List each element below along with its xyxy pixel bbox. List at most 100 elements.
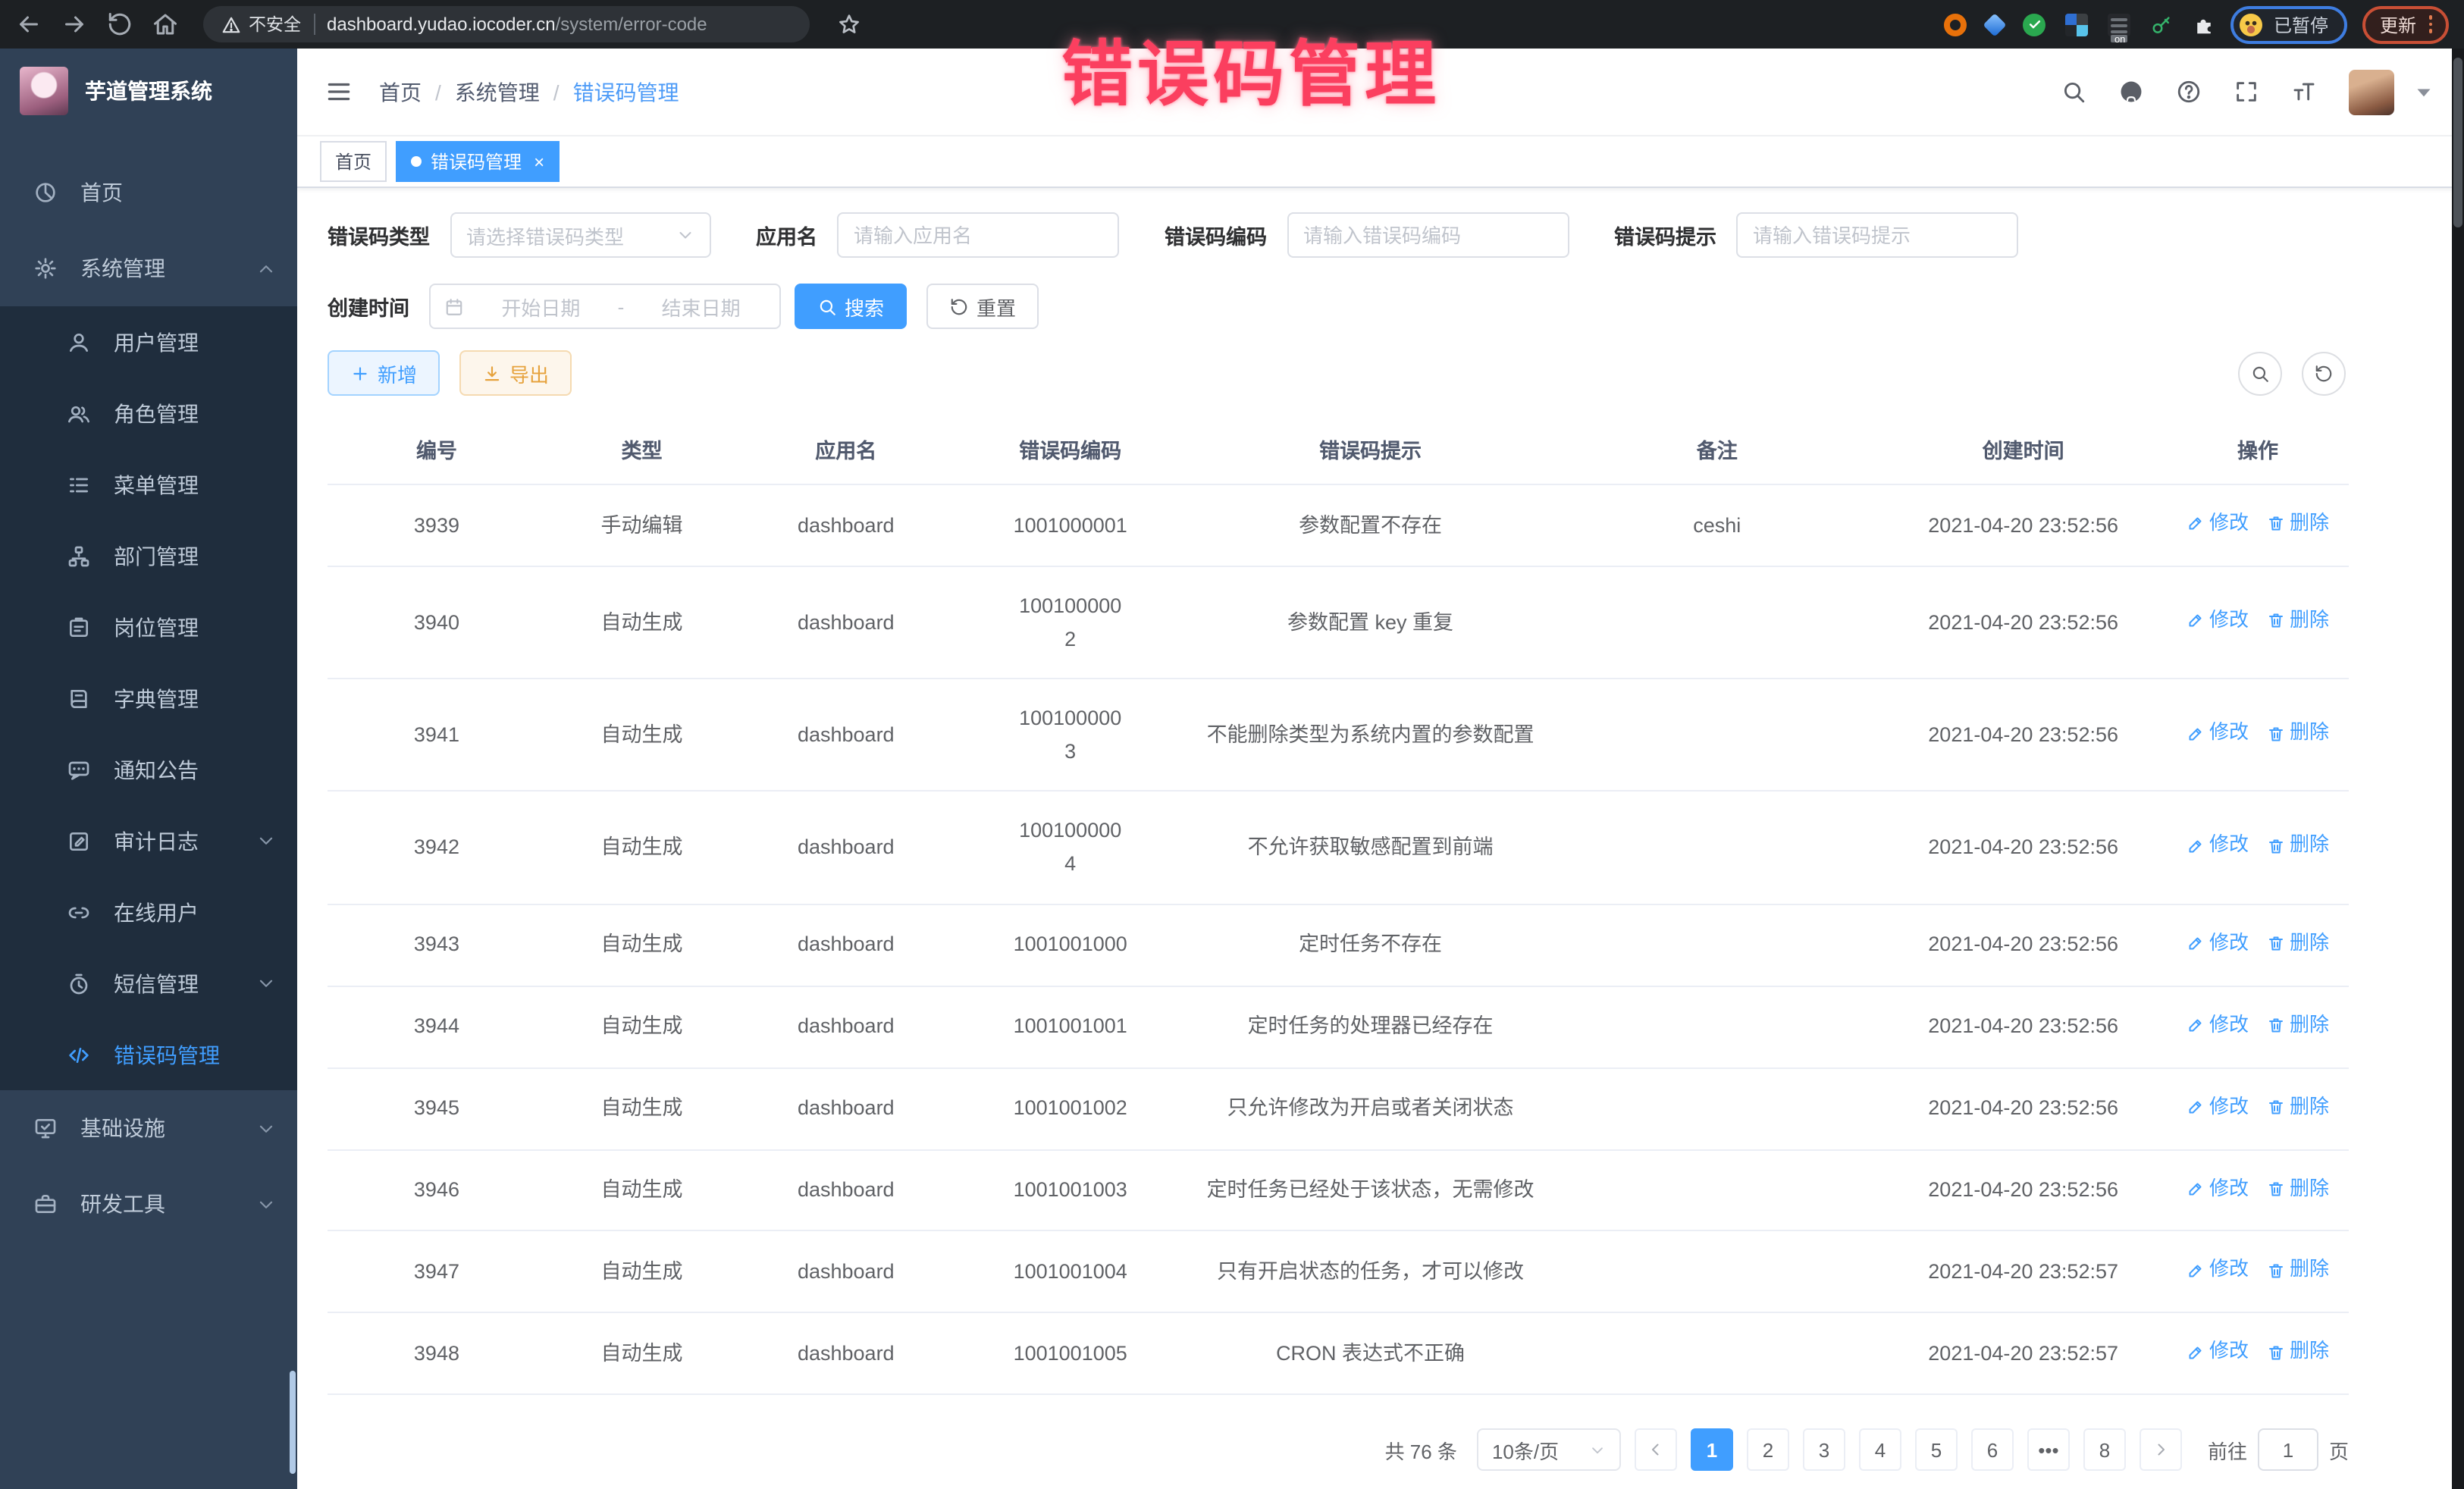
browser-menu-icon[interactable] (2428, 16, 2432, 33)
tab-错误码管理[interactable]: 错误码管理× (396, 141, 560, 182)
sidebar-item-通知公告[interactable]: 通知公告 (0, 734, 297, 805)
breadcrumb-item[interactable]: 系统管理 (455, 77, 540, 107)
table-row[interactable]: 3939手动编辑dashboard1001000001参数配置不存在ceshi2… (328, 484, 2349, 566)
start-date-input[interactable]: 开始日期 (476, 292, 606, 321)
edit-link[interactable]: 修改 (2187, 1173, 2249, 1205)
more-pages-button[interactable]: ••• (2027, 1429, 2070, 1472)
add-button[interactable]: 新增 (328, 350, 440, 396)
fullscreen-icon[interactable] (2234, 79, 2259, 105)
page-scrollbar-thumb[interactable] (2453, 58, 2462, 227)
back-icon[interactable] (15, 11, 42, 38)
list-on-extension-icon[interactable]: on (2108, 13, 2131, 36)
sidebar-item-用户管理[interactable]: 用户管理 (0, 306, 297, 378)
table-row[interactable]: 3942自动生成dashboard100100000 4不允许获取敏感配置到前端… (328, 792, 2349, 904)
address-bar[interactable]: 不安全 dashboard.yudao.iocoder.cn/system/er… (203, 6, 810, 42)
page-scrollbar[interactable] (2452, 49, 2464, 1489)
delete-link[interactable]: 删除 (2267, 927, 2329, 959)
table-row[interactable]: 3947自动生成dashboard1001001004只有开启状态的任务，才可以… (328, 1231, 2349, 1313)
page-button-5[interactable]: 5 (1915, 1429, 1958, 1472)
export-button[interactable]: 导出 (459, 350, 572, 396)
page-size-select[interactable]: 10条/页 (1477, 1429, 1621, 1472)
delete-link[interactable]: 删除 (2267, 1337, 2329, 1368)
delete-link[interactable]: 删除 (2267, 1173, 2329, 1205)
sidebar-item-审计日志[interactable]: 审计日志 (0, 805, 297, 876)
sidebar-item-角色管理[interactable]: 角色管理 (0, 378, 297, 449)
home-icon[interactable] (152, 11, 179, 38)
table-row[interactable]: 3946自动生成dashboard1001001003定时任务已经处于该状态，无… (328, 1149, 2349, 1231)
search-button[interactable]: 搜索 (795, 284, 907, 329)
error-code-input[interactable] (1303, 224, 1552, 246)
help-icon[interactable] (2176, 79, 2202, 105)
green-check-extension-icon[interactable] (2024, 13, 2046, 36)
sidebar-item-研发工具[interactable]: 研发工具 (0, 1166, 297, 1242)
sidebar-item-岗位管理[interactable]: 岗位管理 (0, 591, 297, 663)
edit-link[interactable]: 修改 (2187, 508, 2249, 540)
edit-link[interactable]: 修改 (2187, 1255, 2249, 1287)
user-avatar[interactable] (2349, 69, 2394, 114)
sidebar-item-系统管理[interactable]: 系统管理 (0, 230, 297, 306)
show-search-button[interactable] (2238, 351, 2282, 395)
edit-link[interactable]: 修改 (2187, 927, 2249, 959)
github-icon[interactable] (2118, 79, 2144, 105)
sidebar-item-字典管理[interactable]: 字典管理 (0, 663, 297, 734)
next-page-button[interactable] (2140, 1429, 2182, 1472)
close-icon[interactable]: × (534, 152, 544, 171)
hamburger-icon[interactable] (324, 77, 353, 106)
delete-link[interactable]: 删除 (2267, 1091, 2329, 1123)
grid-extension-icon[interactable] (2066, 13, 2089, 36)
breadcrumb-item[interactable]: 首页 (379, 77, 422, 107)
app-logo-row[interactable]: 芋道管理系统 (0, 49, 297, 133)
browser-update-button[interactable]: 更新 (2363, 5, 2449, 43)
puzzle-extension-icon[interactable] (2193, 13, 2216, 36)
delete-link[interactable]: 删除 (2267, 830, 2329, 862)
sidebar-item-菜单管理[interactable]: 菜单管理 (0, 449, 297, 520)
date-range-picker[interactable]: 开始日期 - 结束日期 (429, 284, 781, 329)
sidebar-item-错误码管理[interactable]: 错误码管理 (0, 1019, 297, 1090)
reset-button[interactable]: 重置 (926, 284, 1039, 329)
tab-首页[interactable]: 首页 (320, 141, 387, 182)
edit-link[interactable]: 修改 (2187, 1009, 2249, 1041)
delete-link[interactable]: 删除 (2267, 1255, 2329, 1287)
edit-link[interactable]: 修改 (2187, 1337, 2249, 1368)
table-row[interactable]: 3944自动生成dashboard1001001001定时任务的处理器已经存在2… (328, 986, 2349, 1067)
profile-paused-chip[interactable]: 已暂停 (2231, 5, 2348, 43)
delete-link[interactable]: 删除 (2267, 605, 2329, 637)
edit-link[interactable]: 修改 (2187, 830, 2249, 862)
sidebar-item-短信管理[interactable]: 短信管理 (0, 948, 297, 1019)
page-button-1[interactable]: 1 (1691, 1429, 1733, 1472)
table-row[interactable]: 3943自动生成dashboard1001001000定时任务不存在2021-0… (328, 904, 2349, 986)
error-type-select[interactable]: 请选择错误码类型 (450, 212, 710, 258)
page-button-4[interactable]: 4 (1859, 1429, 1901, 1472)
sidebar-item-在线用户[interactable]: 在线用户 (0, 876, 297, 948)
edit-link[interactable]: 修改 (2187, 605, 2249, 637)
blue-gem-extension-icon[interactable] (1983, 12, 2007, 36)
sidebar-item-基础设施[interactable]: 基础设施 (0, 1090, 297, 1166)
refresh-icon[interactable] (106, 11, 133, 38)
textsize-icon[interactable] (2291, 79, 2317, 105)
orange-circle-extension-icon[interactable] (1945, 13, 1967, 36)
bookmark-star-icon[interactable] (837, 12, 861, 36)
security-indicator[interactable]: 不安全 (221, 12, 301, 36)
prev-page-button[interactable] (1635, 1429, 1677, 1472)
table-row[interactable]: 3940自动生成dashboard100100000 2参数配置 key 重复2… (328, 566, 2349, 679)
end-date-input[interactable]: 结束日期 (636, 292, 766, 321)
sidebar-item-首页[interactable]: 首页 (0, 155, 297, 230)
caret-down-icon[interactable] (2411, 79, 2437, 105)
error-msg-input[interactable] (1753, 224, 2002, 246)
page-button-3[interactable]: 3 (1803, 1429, 1845, 1472)
page-button-6[interactable]: 6 (1971, 1429, 2014, 1472)
table-row[interactable]: 3945自动生成dashboard1001001002只允许修改为开启或者关闭状… (328, 1067, 2349, 1149)
green-key-extension-icon[interactable] (2151, 13, 2174, 36)
sidebar-item-部门管理[interactable]: 部门管理 (0, 520, 297, 591)
goto-page-input[interactable] (2258, 1429, 2318, 1472)
search-icon[interactable] (2061, 79, 2086, 105)
page-button-8[interactable]: 8 (2083, 1429, 2126, 1472)
edit-link[interactable]: 修改 (2187, 1091, 2249, 1123)
forward-icon[interactable] (61, 11, 88, 38)
refresh-table-button[interactable] (2302, 351, 2346, 395)
delete-link[interactable]: 删除 (2267, 508, 2329, 540)
table-row[interactable]: 3948自动生成dashboard1001001005CRON 表达式不正确20… (328, 1313, 2349, 1395)
sidebar-scrollbar-thumb[interactable] (290, 1371, 296, 1474)
delete-link[interactable]: 删除 (2267, 1009, 2329, 1041)
app-name-input[interactable] (854, 224, 1102, 246)
